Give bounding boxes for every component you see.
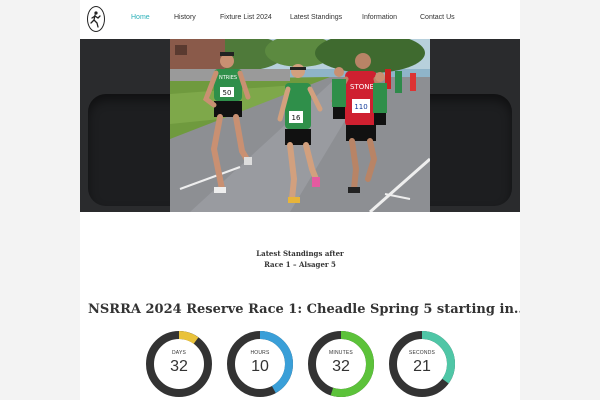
- countdown-minutes: MINUTES 32: [306, 329, 376, 399]
- nav-latest-standings[interactable]: Latest Standings: [290, 14, 342, 21]
- nav-information[interactable]: Information: [362, 14, 397, 21]
- runner-vest-text-1: NTRIES: [219, 75, 237, 81]
- countdown-hours: HOURS 10: [225, 329, 295, 399]
- seconds-label: SECONDS: [408, 350, 436, 356]
- days-label: DAYS: [171, 350, 187, 356]
- days-value: 32: [170, 358, 188, 375]
- runner-bib-2: 16: [292, 114, 301, 122]
- nav-home[interactable]: Home: [131, 14, 150, 21]
- standings-title: Latest Standings after: [256, 249, 344, 258]
- hours-label: HOURS: [250, 350, 270, 356]
- nav-history[interactable]: History: [174, 14, 196, 21]
- minutes-label: MINUTES: [329, 350, 353, 356]
- nav-fixture-list[interactable]: Fixture List 2024: [220, 14, 272, 21]
- hours-value: 10: [251, 358, 269, 375]
- runner-bib-3: 110: [354, 103, 367, 111]
- hero-banner: 50 NTRIES 16 110 STONE: [80, 39, 520, 212]
- runner-vest-text-3: STONE: [350, 83, 374, 91]
- page: Home History Fixture List 2024 Latest St…: [80, 0, 520, 400]
- countdown-seconds: SECONDS 21: [387, 329, 457, 399]
- top-navigation: Home History Fixture List 2024 Latest St…: [80, 0, 520, 39]
- runners-photo: 50 NTRIES 16 110 STONE: [170, 39, 430, 212]
- standings-subtitle: Race 1 – Alsager 5: [264, 260, 336, 269]
- race-countdown-heading: NSRRA 2024 Reserve Race 1: Cheadle Sprin…: [88, 302, 520, 317]
- club-logo-icon[interactable]: [87, 6, 105, 32]
- countdown-timer: DAYS 32 HOURS 10 MINUTES 32 SECONDS 21: [144, 329, 456, 399]
- countdown-days: DAYS 32: [144, 329, 214, 399]
- seconds-value: 21: [413, 358, 431, 375]
- minutes-value: 32: [332, 358, 350, 375]
- runner-bib-1: 50: [223, 89, 232, 97]
- nav-contact-us[interactable]: Contact Us: [420, 14, 455, 21]
